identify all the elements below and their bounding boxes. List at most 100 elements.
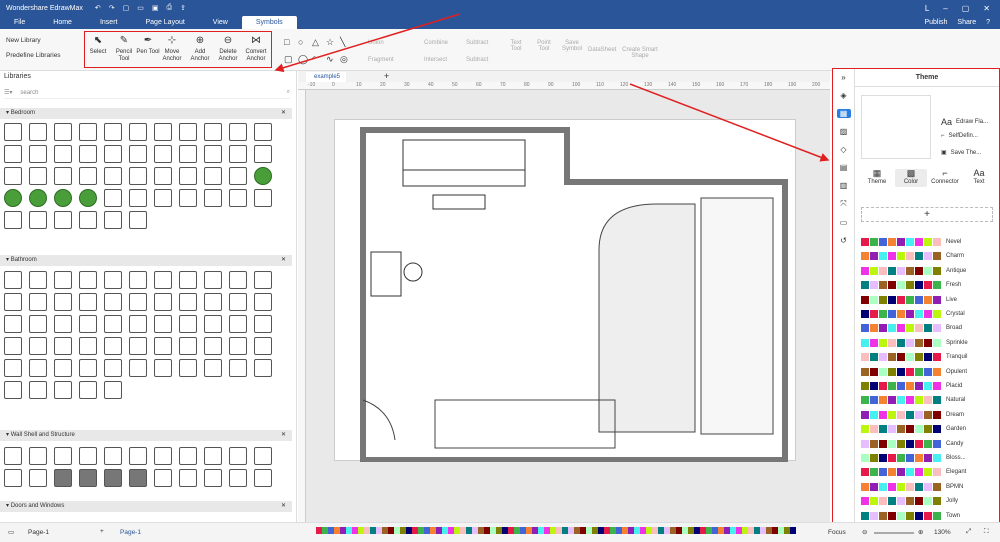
symbol[interactable]: [254, 271, 272, 289]
help-icon[interactable]: ?: [986, 16, 990, 29]
symbol[interactable]: [204, 123, 222, 141]
search-icon[interactable]: ⌕: [287, 89, 290, 96]
symbol[interactable]: [154, 145, 172, 163]
piano[interactable]: [402, 139, 526, 187]
symbol[interactable]: [204, 145, 222, 163]
symbol[interactable]: [104, 293, 122, 311]
collapse-icon[interactable]: »: [841, 73, 845, 82]
symbol[interactable]: [104, 381, 122, 399]
symbol[interactable]: [29, 469, 47, 487]
symbol[interactable]: [204, 167, 222, 185]
plant-symbol[interactable]: [54, 189, 72, 207]
symbol[interactable]: [29, 337, 47, 355]
symbol[interactable]: [179, 337, 197, 355]
theme-option[interactable]: Elegant: [861, 467, 966, 477]
history-icon[interactable]: ↺: [840, 236, 847, 245]
menu-home[interactable]: Home: [39, 16, 86, 29]
drawing-page[interactable]: [334, 119, 796, 463]
image-icon[interactable]: ▨: [840, 127, 848, 136]
save-icon[interactable]: ▣: [152, 4, 159, 12]
symbol[interactable]: [179, 123, 197, 141]
save-symbol-button[interactable]: Save Symbol: [562, 40, 582, 52]
symbol[interactable]: [79, 337, 97, 355]
chair[interactable]: [403, 262, 423, 282]
fullscreen-icon[interactable]: ⛶: [984, 528, 989, 536]
theme-option[interactable]: Antique: [861, 266, 966, 276]
symbol[interactable]: [104, 315, 122, 333]
symbol[interactable]: [129, 315, 147, 333]
section-doors-windows[interactable]: ▾ Doors and Windows ✕: [0, 501, 292, 512]
symbol[interactable]: [254, 359, 272, 377]
publish-button[interactable]: Publish: [924, 16, 947, 29]
symbol[interactable]: [129, 293, 147, 311]
symbol[interactable]: [204, 315, 222, 333]
symbol[interactable]: [129, 145, 147, 163]
symbol[interactable]: [104, 359, 122, 377]
piano-bench[interactable]: [432, 194, 486, 210]
symbol[interactable]: [204, 271, 222, 289]
symbol[interactable]: [179, 469, 197, 487]
tab-color[interactable]: ▩ Color: [895, 169, 927, 187]
symbol[interactable]: [4, 167, 22, 185]
symbol[interactable]: [54, 315, 72, 333]
symbol[interactable]: [154, 189, 172, 207]
symbol[interactable]: [79, 469, 97, 487]
page-icon[interactable]: ▤: [840, 163, 848, 172]
menu-view[interactable]: View: [199, 16, 242, 29]
tab-theme[interactable]: ▦ Theme: [861, 169, 893, 187]
page-tab[interactable]: Page-1: [120, 529, 141, 536]
symbol[interactable]: [4, 469, 22, 487]
delete-anchor-button[interactable]: ⊖ Delete Anchor: [216, 36, 240, 63]
symbol[interactable]: [4, 381, 22, 399]
edraw-flat-option[interactable]: Aa Edraw Fla...: [941, 117, 988, 127]
theme-option[interactable]: Fresh: [861, 280, 961, 290]
symbol[interactable]: [54, 469, 72, 487]
bed[interactable]: [700, 197, 774, 435]
plant-symbol[interactable]: [4, 189, 22, 207]
symbol[interactable]: [154, 337, 172, 355]
symbol[interactable]: [29, 211, 47, 229]
symbol[interactable]: [254, 293, 272, 311]
redo-icon[interactable]: ↷: [109, 4, 115, 12]
fragment-button[interactable]: Fragment: [368, 57, 394, 63]
symbol[interactable]: [54, 123, 72, 141]
symbol[interactable]: [54, 447, 72, 465]
symbol[interactable]: [254, 145, 272, 163]
tab-text[interactable]: Aa Text: [963, 169, 995, 187]
presentation-icon[interactable]: ▭: [840, 218, 848, 227]
symbol[interactable]: [129, 167, 147, 185]
symbol[interactable]: [179, 447, 197, 465]
symbol[interactable]: [229, 189, 247, 207]
symbol[interactable]: [54, 211, 72, 229]
theme-option[interactable]: Town: [861, 511, 960, 521]
symbol[interactable]: [179, 189, 197, 207]
symbol[interactable]: [104, 271, 122, 289]
symbol[interactable]: [79, 167, 97, 185]
theme-option[interactable]: BPMN: [861, 482, 963, 492]
user-avatar[interactable]: L: [925, 4, 929, 13]
create-smart-shape-button[interactable]: Create Smart Shape: [620, 47, 660, 59]
theme-icon[interactable]: ▦: [836, 109, 851, 118]
symbol[interactable]: [4, 123, 22, 141]
symbol[interactable]: [229, 123, 247, 141]
theme-option[interactable]: Nevel: [861, 237, 961, 247]
symbol[interactable]: [229, 469, 247, 487]
triangle-icon[interactable]: △: [312, 37, 326, 48]
pen-tool-button[interactable]: ✒ Pen Tool: [136, 36, 160, 56]
pencil-tool-button[interactable]: ✎ Pencil Tool: [112, 36, 136, 63]
symbol[interactable]: [179, 293, 197, 311]
plant-symbol[interactable]: [79, 189, 97, 207]
close-section-icon[interactable]: ✕: [281, 430, 286, 441]
symbol[interactable]: [104, 211, 122, 229]
symbol[interactable]: [154, 293, 172, 311]
symbol[interactable]: [54, 359, 72, 377]
section-bedroom[interactable]: ▾ Bedroom ✕: [0, 108, 292, 119]
curve-icon[interactable]: ∿: [326, 54, 340, 65]
symbol[interactable]: [229, 271, 247, 289]
tab-connector[interactable]: ⌐ Connector: [929, 169, 961, 187]
symbol[interactable]: [79, 447, 97, 465]
symbol[interactable]: [179, 315, 197, 333]
zoom-out-icon[interactable]: ⊖: [862, 528, 867, 536]
subtract-button[interactable]: Subtract: [466, 40, 488, 46]
symbol[interactable]: [4, 293, 22, 311]
